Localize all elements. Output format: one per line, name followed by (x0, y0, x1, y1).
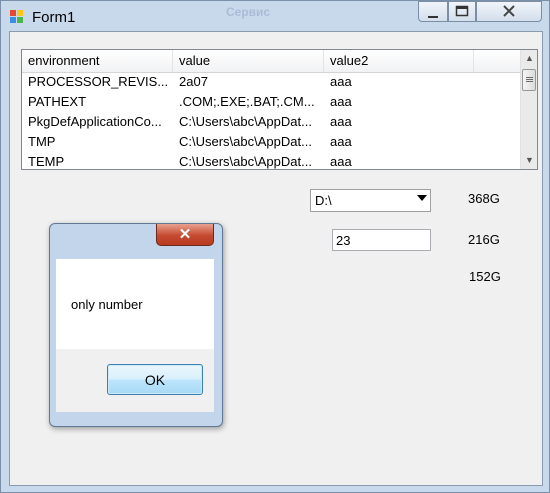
table-row[interactable]: TEMP C:\Users\abc\AppDat... aaa (22, 152, 520, 169)
number-input[interactable]: 23 (332, 229, 431, 251)
cell-value: C:\Users\abc\AppDat... (179, 114, 312, 129)
grip-line (526, 79, 533, 80)
app-icon (10, 10, 23, 23)
cell-value2: aaa (330, 154, 352, 169)
used-size-label: 216G (468, 232, 500, 247)
cell-value2: aaa (330, 114, 352, 129)
table-row[interactable]: PATHEXT .COM;.EXE;.BAT;.CM... aaa (22, 92, 520, 112)
scroll-up-arrow-icon[interactable]: ▲ (521, 50, 537, 67)
dropdown-arrow-icon[interactable] (417, 195, 427, 201)
drive-combobox-value: D:\ (315, 193, 332, 208)
grip-line (526, 77, 533, 78)
close-button[interactable] (476, 1, 542, 22)
cell-environment: PATHEXT (28, 94, 87, 109)
listview-header: environment value value2 (22, 50, 520, 73)
column-header-value2[interactable]: value2 (324, 50, 474, 72)
minimize-button[interactable] (418, 1, 448, 22)
cell-environment: TEMP (28, 154, 65, 169)
cell-value: C:\Users\abc\AppDat... (179, 154, 312, 169)
cell-environment: PkgDefApplicationCo... (28, 114, 162, 129)
cell-value: 2a07 (179, 74, 208, 89)
cell-value: .COM;.EXE;.BAT;.CM... (179, 94, 315, 109)
drive-combobox[interactable]: D:\ (310, 189, 431, 212)
minimize-icon (419, 7, 447, 22)
table-row[interactable]: PkgDefApplicationCo... C:\Users\abc\AppD… (22, 112, 520, 132)
message-box-body: only number (56, 259, 214, 349)
cell-environment: PROCESSOR_REVIS... (28, 74, 169, 89)
table-row[interactable]: PROCESSOR_REVIS... 2a07 aaa (22, 72, 520, 92)
listview-scrollbar[interactable]: ▲ ▼ (520, 50, 537, 169)
column-header-empty[interactable] (474, 50, 520, 72)
listview-rows: PROCESSOR_REVIS... 2a07 aaa PATHEXT .COM… (22, 72, 520, 169)
total-size-label: 368G (468, 191, 500, 206)
column-header-value[interactable]: value (173, 50, 324, 72)
table-row[interactable]: TMP C:\Users\abc\AppDat... aaa (22, 132, 520, 152)
free-size-label: 152G (469, 269, 501, 284)
cell-value: C:\Users\abc\AppDat... (179, 134, 312, 149)
cell-environment: TMP (28, 134, 56, 149)
message-box-footer: OK (56, 349, 214, 412)
cell-value2: aaa (330, 134, 352, 149)
column-header-environment[interactable]: environment (22, 50, 173, 72)
cell-value2: aaa (330, 74, 352, 89)
ok-button-label: OK (144, 372, 166, 388)
ok-button[interactable]: OK (107, 364, 203, 395)
background-window-text: Сервис (226, 5, 271, 19)
maximize-button[interactable] (448, 1, 476, 22)
close-icon (477, 4, 541, 21)
message-box-close-button[interactable]: ✕ (156, 224, 214, 246)
number-input-value: 23 (336, 233, 351, 248)
grip-line (526, 81, 533, 82)
close-icon: ✕ (178, 226, 192, 243)
maximize-icon (449, 5, 475, 20)
scroll-down-arrow-icon[interactable]: ▼ (521, 152, 537, 169)
environment-listview[interactable]: environment value value2 PROCESSOR_REVIS… (21, 49, 538, 170)
message-text: only number (71, 297, 143, 312)
window-title: Form1 (32, 9, 76, 26)
cell-value2: aaa (330, 94, 352, 109)
message-box: ✕ only number OK (49, 223, 223, 427)
title-bar[interactable]: Form1 Сервис (1, 1, 549, 31)
scroll-thumb[interactable] (522, 69, 536, 91)
